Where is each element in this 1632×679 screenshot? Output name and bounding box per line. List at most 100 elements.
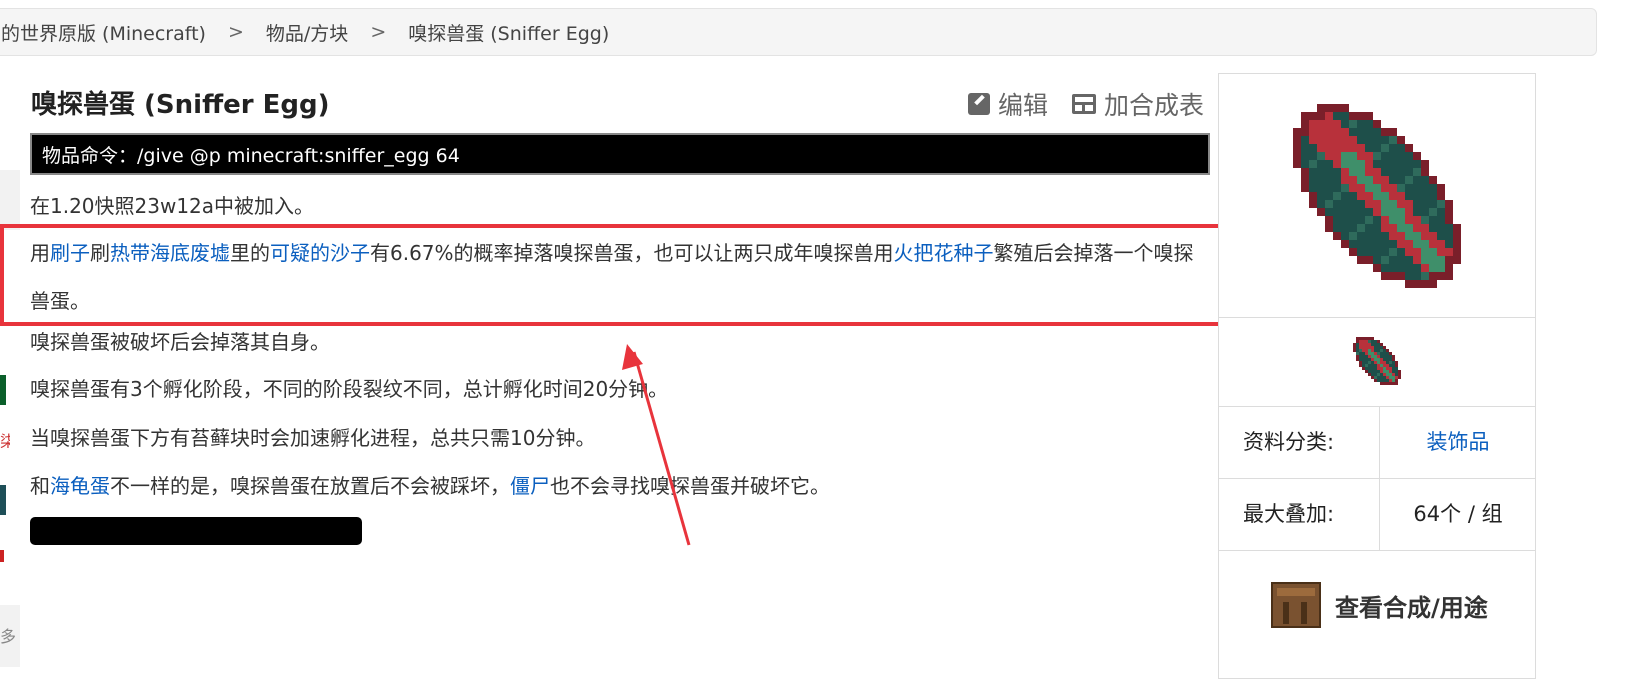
egg-pixel xyxy=(1381,168,1389,176)
egg-pixel xyxy=(1373,248,1381,256)
egg-pixel xyxy=(1389,160,1397,168)
egg-pixel xyxy=(1359,349,1362,352)
infobox: 资料分类: 装饰品 最大叠加: 64个 / 组 查看合成/用途 xyxy=(1218,73,1536,679)
egg-pixel xyxy=(1377,352,1380,355)
egg-pixel xyxy=(1389,216,1397,224)
egg-pixel xyxy=(1381,224,1389,232)
egg-pixel xyxy=(1317,176,1325,184)
egg-pixel xyxy=(1325,136,1333,144)
egg-pixel xyxy=(1325,104,1333,112)
egg-pixel xyxy=(1405,200,1413,208)
egg-pixel xyxy=(1413,264,1421,272)
egg-pixel xyxy=(1333,192,1341,200)
egg-pixel xyxy=(1357,192,1365,200)
link-turtle-egg[interactable]: 海龟蛋 xyxy=(50,474,110,498)
egg-pixel xyxy=(1374,355,1377,358)
egg-pixel xyxy=(1405,168,1413,176)
egg-pixel xyxy=(1405,240,1413,248)
egg-pixel xyxy=(1421,200,1429,208)
egg-pixel xyxy=(1309,184,1317,192)
breadcrumb: 的世界原版 (Minecraft) > 物品/方块 > 嗅探兽蛋 (Sniffe… xyxy=(0,8,1597,56)
egg-pixel xyxy=(1429,216,1437,224)
egg-pixel xyxy=(1413,256,1421,264)
view-crafting-button[interactable]: 查看合成/用途 xyxy=(1219,550,1535,660)
egg-pixel xyxy=(1383,370,1386,373)
egg-pixel xyxy=(1397,224,1405,232)
egg-pixel xyxy=(1437,200,1445,208)
egg-pixel xyxy=(1365,176,1373,184)
egg-pixel xyxy=(1380,364,1383,367)
egg-pixel xyxy=(1389,168,1397,176)
egg-pixel xyxy=(1429,272,1437,280)
egg-pixel xyxy=(1368,364,1371,367)
egg-pixel xyxy=(1389,256,1397,264)
text: 和 xyxy=(30,474,50,498)
category-link[interactable]: 装饰品 xyxy=(1427,430,1490,454)
egg-pixel xyxy=(1371,367,1374,370)
egg-pixel xyxy=(1380,343,1383,346)
item-command-box[interactable]: 物品命令：/give @p minecraft:sniffer_egg 64 xyxy=(30,133,1210,175)
add-recipe-button[interactable]: 加合成表 xyxy=(1071,86,1204,122)
egg-pixel xyxy=(1386,370,1389,373)
crafting-table-icon xyxy=(1271,582,1321,628)
egg-pixel xyxy=(1380,367,1383,370)
egg-pixel xyxy=(1377,367,1380,370)
egg-pixel xyxy=(1301,136,1309,144)
hatch-stages-paragraph: 嗅探兽蛋有3个孵化阶段，不同的阶段裂纹不同，总计孵化时间20分钟。 xyxy=(30,377,669,401)
egg-pixel xyxy=(1349,112,1357,120)
egg-pixel xyxy=(1395,370,1398,373)
egg-pixel xyxy=(1397,208,1405,216)
egg-pixel xyxy=(1445,264,1453,272)
egg-pixel xyxy=(1383,361,1386,364)
egg-pixel xyxy=(1377,355,1380,358)
egg-pixel xyxy=(1365,144,1373,152)
egg-pixel xyxy=(1377,370,1380,373)
link-zombie[interactable]: 僵尸 xyxy=(510,474,550,498)
egg-pixel xyxy=(1359,358,1362,361)
egg-pixel xyxy=(1341,128,1349,136)
egg-pixel xyxy=(1371,358,1374,361)
egg-pixel xyxy=(1301,152,1309,160)
egg-pixel xyxy=(1413,280,1421,288)
egg-pixel xyxy=(1374,343,1377,346)
egg-pixel xyxy=(1359,364,1362,367)
egg-pixel xyxy=(1341,136,1349,144)
egg-pixel xyxy=(1309,136,1317,144)
egg-pixel xyxy=(1365,160,1373,168)
egg-pixel xyxy=(1381,128,1389,136)
egg-pixel xyxy=(1437,232,1445,240)
egg-pixel xyxy=(1365,184,1373,192)
egg-pixel xyxy=(1413,240,1421,248)
egg-pixel xyxy=(1421,224,1429,232)
egg-pixel xyxy=(1349,240,1357,248)
egg-pixel xyxy=(1368,367,1371,370)
egg-pixel xyxy=(1383,367,1386,370)
highlight-box xyxy=(0,224,1222,326)
category-value: 装饰品 xyxy=(1379,406,1536,478)
egg-pixel xyxy=(1437,240,1445,248)
breadcrumb-item-items-blocks[interactable]: 物品/方块 xyxy=(266,19,348,46)
egg-pixel xyxy=(1341,208,1349,216)
egg-pixel xyxy=(1371,364,1374,367)
left-item-icon xyxy=(0,375,6,405)
egg-pixel xyxy=(1445,208,1453,216)
egg-pixel xyxy=(1349,152,1357,160)
edit-button[interactable]: 编辑 xyxy=(967,86,1048,122)
egg-pixel xyxy=(1357,184,1365,192)
egg-pixel xyxy=(1413,216,1421,224)
egg-pixel xyxy=(1421,208,1429,216)
egg-pixel xyxy=(1389,364,1392,367)
egg-pixel xyxy=(1397,152,1405,160)
egg-pixel xyxy=(1333,160,1341,168)
egg-pixel xyxy=(1325,192,1333,200)
egg-pixel xyxy=(1405,272,1413,280)
egg-pixel xyxy=(1429,176,1437,184)
egg-pixel xyxy=(1437,192,1445,200)
egg-pixel xyxy=(1377,373,1380,376)
egg-pixel xyxy=(1383,376,1386,379)
egg-pixel xyxy=(1413,176,1421,184)
egg-pixel xyxy=(1371,373,1374,376)
egg-pixel xyxy=(1371,340,1374,343)
egg-pixel xyxy=(1317,120,1325,128)
breadcrumb-item-minecraft[interactable]: 的世界原版 (Minecraft) xyxy=(1,19,206,46)
